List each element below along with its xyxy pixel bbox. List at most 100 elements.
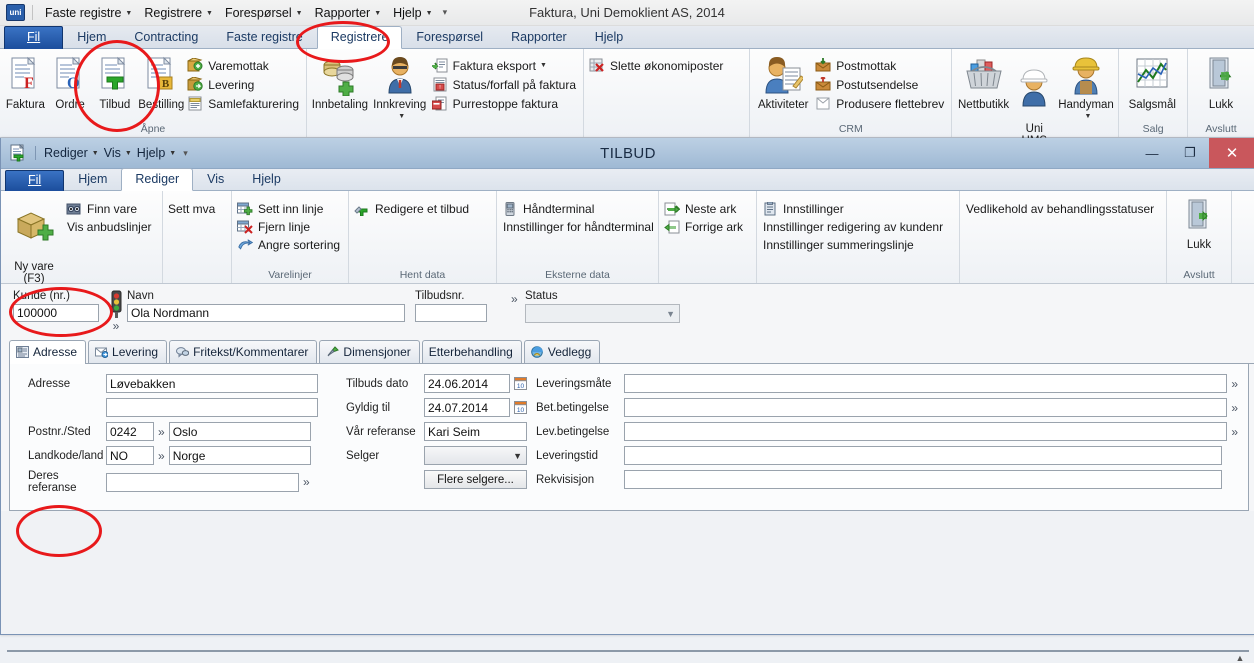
leveringsmate-lookup-button[interactable]: » [1227, 375, 1242, 393]
ribbon-button-ordre[interactable]: O Ordre [48, 54, 93, 111]
ribbon-button-postutsendelse[interactable]: Postutsendelse [813, 75, 948, 94]
postnr-lookup-button[interactable]: » [154, 423, 169, 441]
tilbud-button-sett-inn-linje[interactable]: Sett inn linje [235, 200, 344, 218]
bet-betingelse-lookup-button[interactable]: » [1227, 399, 1242, 417]
var-referanse-input[interactable] [424, 422, 527, 441]
tab-hjem[interactable]: Hjem [63, 26, 120, 49]
ribbon-button-slette-okonomiposter[interactable]: Slette økonomiposter [587, 56, 727, 75]
postnr-input[interactable] [106, 422, 154, 441]
landkode-input[interactable] [106, 446, 154, 465]
ribbon-button-aktiviteter[interactable]: Aktiviteter [753, 54, 813, 111]
tilbud-tab-rediger[interactable]: Rediger [121, 168, 193, 191]
deres-referanse-lookup-button[interactable]: » [299, 473, 314, 491]
ribbon-button-faktura[interactable]: F Faktura [3, 54, 48, 111]
tab-rapporter[interactable]: Rapporter [497, 26, 581, 49]
ribbon-button-produsere-flettebrev[interactable]: Produsere flettebrev [813, 94, 948, 113]
customize-toolbar-icon[interactable]: ▾ [443, 7, 448, 18]
leveringsmate-input[interactable] [624, 374, 1227, 393]
chevron-down-icon[interactable]: ▼ [1085, 111, 1092, 123]
menu-foresporsel[interactable]: Forespørsel▼ [221, 4, 307, 22]
leveringstid-input[interactable] [624, 446, 1222, 465]
subtab-fritekst-kommentarer[interactable]: Fritekst/Kommentarer [169, 340, 317, 363]
ribbon-button-innkreving[interactable]: Innkreving ▼ [370, 54, 430, 123]
gyldig-til-input[interactable] [424, 398, 510, 417]
tilbuds-dato-input[interactable] [424, 374, 510, 393]
landkode-lookup-button[interactable]: » [154, 447, 169, 465]
ribbon-button-uni-hms[interactable]: Uni HMS [1012, 54, 1057, 147]
subtab-vedlegg[interactable]: Vedlegg [524, 340, 600, 363]
tab-fil[interactable]: Fil [4, 26, 63, 49]
ribbon-button-varemottak[interactable]: Varemottak [185, 56, 303, 75]
ribbon-button-nettbutikk[interactable]: Nettbutikk [955, 54, 1012, 111]
tilbud-button-redigere-et-tilbud[interactable]: Redigere et tilbud [352, 200, 473, 218]
status-select[interactable]: ▼ [525, 304, 680, 323]
tilbud-menu-hjelp[interactable]: Hjelp▼ [137, 146, 176, 160]
deres-referanse-input[interactable] [106, 473, 299, 492]
calendar-icon[interactable]: 10 [514, 401, 527, 414]
tilbud-button-sett-mva[interactable]: Sett mva [166, 200, 219, 218]
tilbud-button-handterminal[interactable]: Håndterminal [500, 200, 658, 218]
tilbud-tab-fil[interactable]: Fil [5, 170, 64, 191]
bet-betingelse-input[interactable] [624, 398, 1227, 417]
tilbud-menu-vis[interactable]: Vis▼ [104, 146, 132, 160]
ribbon-button-postmottak[interactable]: Postmottak [813, 56, 948, 75]
maximize-button[interactable]: ❐ [1171, 138, 1209, 168]
tilbudsnr-input[interactable] [415, 304, 487, 322]
subtab-dimensjoner[interactable]: Dimensjoner [319, 340, 419, 363]
tilbud-button-innstillinger[interactable]: Innstillinger [760, 200, 947, 218]
tilbud-button-vedlikehold-behandlingsstatuser[interactable]: Vedlikehold av behandlingsstatuser [963, 200, 1158, 218]
tilbud-title-bar[interactable]: Rediger▼ Vis▼ Hjelp▼ ▾ TILBUD — ❐ ✕ [1, 138, 1254, 169]
tab-registrere[interactable]: Registrere [317, 26, 403, 49]
tilbud-button-finn-vare[interactable]: Finn vare [64, 200, 156, 218]
tilbud-tab-hjelp[interactable]: Hjelp [238, 168, 295, 191]
subtab-adresse[interactable]: Adresse [9, 340, 86, 364]
tab-contracting[interactable]: Contracting [120, 26, 212, 49]
tilbud-tab-hjem[interactable]: Hjem [64, 168, 121, 191]
tilbud-button-innstillinger-handterminal[interactable]: Innstillinger for håndterminal [500, 218, 658, 236]
ribbon-button-purrestoppe[interactable]: Purrestoppe faktura [430, 94, 580, 113]
flere-selgere-button[interactable]: Flere selgere... [424, 470, 527, 489]
scroll-up-icon[interactable]: ▲ [1236, 651, 1245, 663]
tab-faste-registre[interactable]: Faste registre [212, 26, 316, 49]
ribbon-button-lukk[interactable]: Lukk [1191, 54, 1251, 111]
kunde-nr-input[interactable] [13, 304, 99, 322]
tilbud-button-fjern-linje[interactable]: Fjern linje [235, 218, 344, 236]
lev-betingelse-lookup-button[interactable]: » [1227, 423, 1242, 441]
menu-rapporter[interactable]: Rapporter▼ [311, 4, 386, 22]
tilbud-button-ny-vare[interactable]: Ny vare (F3) [4, 196, 64, 285]
adresse-input[interactable] [106, 374, 318, 393]
tilbud-tab-vis[interactable]: Vis [193, 168, 238, 191]
navn-input[interactable] [127, 304, 405, 322]
tilbud-button-angre-sortering[interactable]: Angre sortering [235, 236, 344, 254]
selger-select[interactable]: ▼ [424, 446, 527, 465]
kunde-lookup-button[interactable]: » [109, 319, 124, 333]
tilbud-menu-rediger[interactable]: Rediger▼ [44, 146, 99, 160]
minimize-button[interactable]: — [1133, 138, 1171, 168]
calendar-icon[interactable]: 10 [514, 377, 527, 390]
tilbud-button-lukk[interactable]: Lukk [1170, 196, 1228, 251]
tilbud-button-vis-anbudslinjer[interactable]: Vis anbudslinjer [64, 218, 156, 236]
tilbud-button-neste-ark[interactable]: Neste ark [662, 200, 747, 218]
tilbud-button-forrige-ark[interactable]: Forrige ark [662, 218, 747, 236]
ribbon-button-samlefakturering[interactable]: Samlefakturering [185, 94, 303, 113]
ribbon-button-faktura-eksport[interactable]: Faktura eksport ▼ [430, 56, 580, 75]
rekvisisjon-input[interactable] [624, 470, 1222, 489]
chevron-down-icon[interactable]: ▼ [540, 59, 547, 73]
tilbud-button-innstillinger-kundenr[interactable]: Innstillinger redigering av kundenr [760, 218, 947, 236]
customize-toolbar-icon[interactable]: ▾ [183, 148, 188, 159]
tab-hjelp[interactable]: Hjelp [581, 26, 638, 49]
ribbon-button-bestilling[interactable]: B Bestilling [137, 54, 185, 111]
tilbudsnr-lookup-button[interactable]: » [507, 290, 522, 308]
menu-faste-registre[interactable]: Faste registre▼ [41, 4, 136, 22]
adresse2-input[interactable] [106, 398, 318, 417]
subtab-levering[interactable]: Levering [88, 340, 167, 363]
ribbon-button-status-forfall[interactable]: ! Status/forfall på faktura [430, 75, 580, 94]
menu-hjelp[interactable]: Hjelp▼ [389, 4, 436, 22]
ribbon-button-innbetaling[interactable]: Innbetaling [310, 54, 370, 111]
lev-betingelse-input[interactable] [624, 422, 1227, 441]
ribbon-button-tilbud[interactable]: Tilbud [93, 54, 138, 111]
land-input[interactable] [169, 446, 311, 465]
ribbon-button-salgsmal[interactable]: Salgsmål [1122, 54, 1182, 111]
ribbon-button-handyman[interactable]: Handyman ▼ [1057, 54, 1116, 123]
tab-foresporsel[interactable]: Forespørsel [402, 26, 497, 49]
